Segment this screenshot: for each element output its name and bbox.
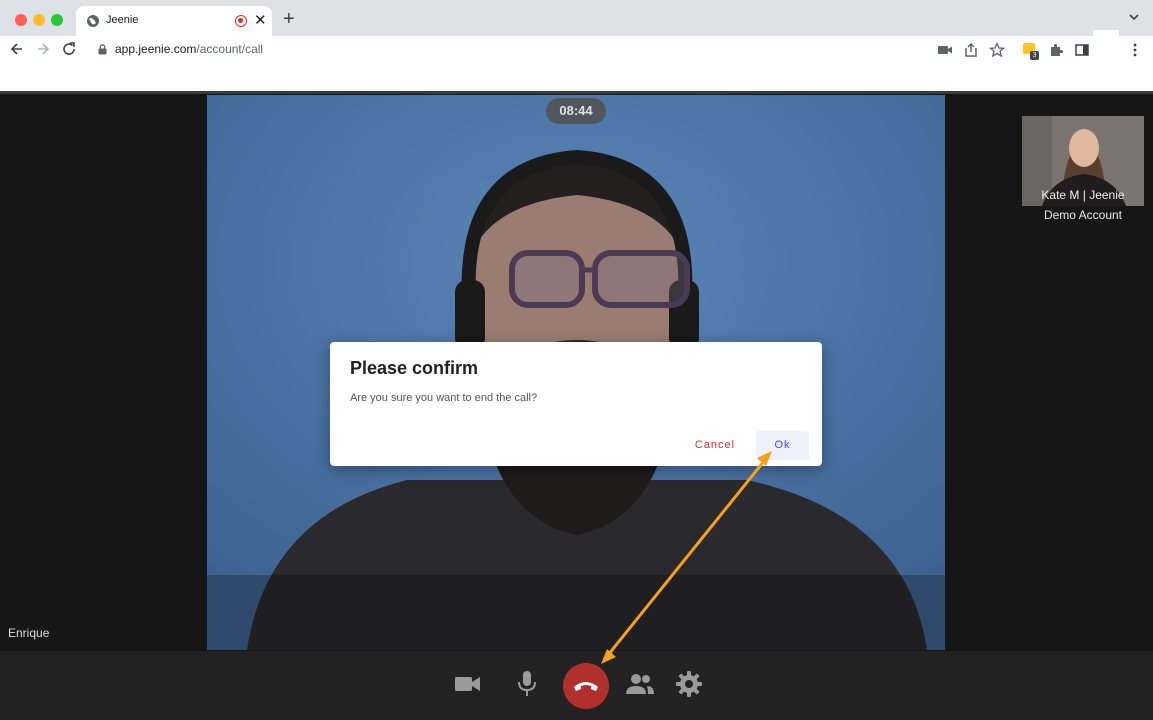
lock-icon <box>98 44 107 55</box>
window-minimize-button[interactable] <box>33 14 45 26</box>
participants-icon <box>626 674 654 694</box>
self-view-account: Demo Account <box>1043 208 1123 222</box>
self-view-name: Kate M | Jeenie <box>1041 188 1125 202</box>
tab-search-chevron-icon[interactable] <box>1128 11 1140 23</box>
camera-in-use-icon[interactable] <box>937 42 953 58</box>
microphone-icon <box>518 671 536 696</box>
extension-badge-count: 3 <box>1030 51 1039 60</box>
url-text: app.jeenie.com/account/call <box>115 42 263 56</box>
microphone-toggle-button[interactable] <box>512 669 542 699</box>
remote-participant-name: Enrique <box>8 626 50 640</box>
bookmark-star-icon[interactable] <box>989 42 1005 58</box>
browser-tab-jeenie[interactable]: Jeenie ✕ <box>76 6 272 36</box>
address-bar[interactable]: app.jeenie.com/account/call <box>87 40 1017 60</box>
profile-avatar[interactable] <box>1093 30 1119 60</box>
url-path: /account/call <box>196 42 264 56</box>
ok-button[interactable]: Ok <box>756 431 809 460</box>
share-icon[interactable] <box>963 42 979 58</box>
url-host: app.jeenie.com <box>115 42 197 56</box>
browser-menu-icon[interactable] <box>1127 42 1143 58</box>
call-control-bar <box>0 651 1153 720</box>
extension-icon[interactable]: 3 <box>1021 42 1041 60</box>
new-tab-button[interactable]: + <box>283 9 295 29</box>
dialog-message: Are you sure you want to end the call? <box>350 392 538 404</box>
page-header-area <box>0 62 1153 91</box>
window-zoom-button[interactable] <box>51 14 63 26</box>
settings-button[interactable] <box>674 669 704 699</box>
window-close-button[interactable] <box>15 14 27 26</box>
extensions-puzzle-icon[interactable] <box>1048 42 1064 58</box>
back-arrow-icon[interactable] <box>9 41 25 57</box>
cancel-button[interactable]: Cancel <box>686 432 744 458</box>
reload-icon[interactable] <box>61 41 77 57</box>
forward-arrow-icon[interactable] <box>35 41 51 57</box>
tab-title: Jeenie <box>106 14 139 26</box>
participants-button[interactable] <box>625 669 655 699</box>
browser-tab-strip: Jeenie ✕ + <box>0 0 1153 36</box>
confirm-dialog: Please confirm Are you sure you want to … <box>330 342 822 466</box>
call-timer: 08:44 <box>546 98 606 124</box>
end-call-button[interactable] <box>563 663 609 709</box>
camera-icon <box>455 677 480 691</box>
tab-close-icon[interactable]: ✕ <box>254 11 267 31</box>
gear-icon <box>676 671 702 697</box>
hang-up-icon <box>574 682 598 691</box>
camera-toggle-button[interactable] <box>453 669 483 699</box>
dialog-title: Please confirm <box>350 358 479 378</box>
globe-icon <box>87 15 99 27</box>
recording-indicator-icon <box>235 15 247 27</box>
side-panel-icon[interactable] <box>1074 42 1090 58</box>
